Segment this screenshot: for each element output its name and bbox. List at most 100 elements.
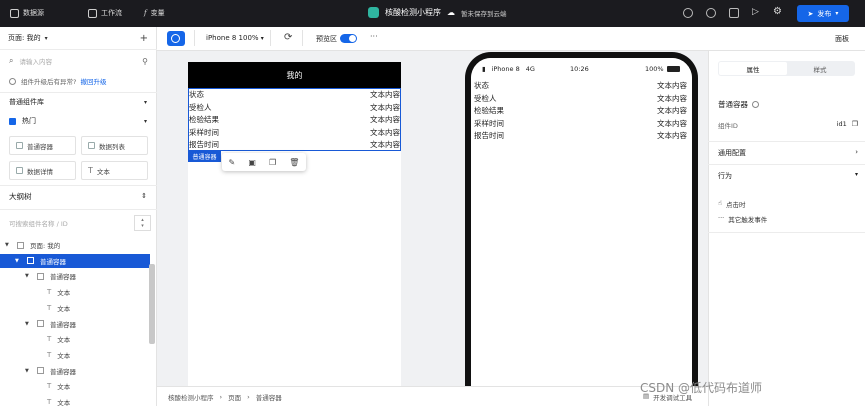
- common-component-lib[interactable]: 普通组件库 ▾: [0, 96, 157, 108]
- tree-node[interactable]: ▼ 页面: 我的: [0, 238, 150, 252]
- app-title-area: 核酸检测小程序 ☁ 暂未保存到云端: [368, 7, 507, 18]
- component-container[interactable]: 普通容器: [9, 136, 76, 155]
- copy-icon[interactable]: ❐: [852, 120, 858, 130]
- revert-upgrade-link[interactable]: 撤回升级: [80, 76, 106, 86]
- row-value: 文本内容: [657, 118, 687, 128]
- phone-row: 报告时间 文本内容: [474, 130, 687, 142]
- phone-row: 受检人 文本内容: [474, 93, 687, 105]
- general-config-section[interactable]: 通用配置 ›: [718, 148, 858, 158]
- component-data-detail[interactable]: 数据详情: [9, 161, 76, 180]
- search-icon: ⌕: [9, 56, 14, 65]
- outline-scrollbar[interactable]: [149, 264, 155, 344]
- component-data-list[interactable]: 数据列表: [81, 136, 148, 155]
- nav-datasource[interactable]: 数据源: [10, 8, 44, 18]
- tree-node[interactable]: ▼ 普通容器: [0, 317, 150, 331]
- nav-variables[interactable]: f 变量: [144, 8, 165, 18]
- selected-tag[interactable]: 普通容器: [188, 151, 221, 162]
- tree-node[interactable]: ▼ 普通容器: [0, 269, 150, 283]
- text-icon: T: [88, 166, 93, 175]
- tree-node[interactable]: ▼ 普通容器: [0, 364, 150, 378]
- publish-button[interactable]: ➤ 发布 ▾: [797, 5, 849, 22]
- component-text[interactable]: T 文本: [81, 161, 148, 180]
- divider: [0, 92, 157, 93]
- upgrade-notice: 组件升级后有异常? 撤回升级: [0, 75, 157, 87]
- page-header: 我的: [188, 62, 401, 88]
- behavior-section[interactable]: 行为 ▾: [718, 171, 858, 181]
- breadcrumb-app[interactable]: 核酸检测小程序: [168, 392, 214, 402]
- tree-node[interactable]: T 文本: [0, 348, 150, 362]
- copy-icon[interactable]: ❐: [269, 158, 276, 167]
- breadcrumb-page[interactable]: 页面: [228, 392, 241, 402]
- other-events-item[interactable]: ··· 其它触发事件: [718, 214, 767, 224]
- signal-icon: ▮: [482, 65, 486, 73]
- component-name-row: 普通容器: [718, 99, 858, 110]
- app-logo-icon: [368, 7, 379, 18]
- delete-icon[interactable]: 🗑: [289, 158, 299, 167]
- row-key: 报告时间: [474, 131, 504, 140]
- click-event-item[interactable]: ☝ 点击时: [718, 199, 745, 209]
- expand-collapse-icon[interactable]: ⇕: [141, 192, 147, 200]
- caret-down-icon[interactable]: ▼: [5, 242, 13, 248]
- tree-node[interactable]: T 文本: [0, 332, 150, 346]
- panel-button[interactable]: 面板: [835, 34, 849, 44]
- caret-down-icon[interactable]: ▼: [25, 273, 33, 279]
- tree-node-label: 文本: [57, 399, 71, 406]
- outline-search[interactable]: 可搜索组件名称 / ID ▴ ▾: [0, 214, 157, 232]
- tree-node[interactable]: T 文本: [0, 301, 150, 315]
- save-icon[interactable]: ▣: [248, 158, 256, 167]
- divider: [708, 164, 865, 165]
- stepper-icon[interactable]: ▴ ▾: [134, 215, 151, 231]
- divider: [194, 30, 195, 46]
- tree-node[interactable]: T 文本: [0, 379, 150, 393]
- caret-down-icon[interactable]: ▼: [15, 258, 23, 264]
- help-icon[interactable]: [683, 8, 693, 18]
- refresh-icon[interactable]: ⟳: [284, 32, 292, 43]
- save-icon[interactable]: [729, 8, 739, 18]
- tree-node-label: 文本: [57, 336, 71, 345]
- send-icon: ➤: [807, 9, 814, 18]
- divider: [0, 185, 157, 186]
- row-value: 文本内容: [657, 131, 687, 140]
- chevron-down-icon: ▾: [143, 117, 147, 125]
- device-select[interactable]: iPhone 8 100% ▾: [206, 34, 264, 42]
- selected-container-frame[interactable]: [188, 88, 401, 151]
- caret-down-icon[interactable]: ▼: [25, 368, 33, 374]
- divider: [270, 30, 271, 46]
- pointer-icon: ☝: [718, 199, 722, 207]
- tab-properties[interactable]: 属性: [719, 62, 787, 75]
- tree-node[interactable]: ▼ 普通容器: [0, 253, 150, 268]
- compass-icon: [171, 34, 180, 43]
- row-key: 受检人: [474, 93, 497, 103]
- breadcrumb-container[interactable]: 普通容器: [256, 392, 282, 402]
- tree-node-label: 普通容器: [50, 273, 76, 282]
- workflow-icon: [88, 8, 97, 18]
- add-page-icon[interactable]: +: [140, 33, 148, 44]
- play-icon[interactable]: ▷: [752, 7, 759, 17]
- page-selector[interactable]: 页面: 我的 ▾ +: [0, 32, 157, 44]
- text-icon: T: [47, 350, 52, 359]
- more-icon[interactable]: ···: [370, 32, 378, 41]
- filter-icon[interactable]: ⚲: [142, 57, 148, 66]
- hot-section[interactable]: 热门 ▾: [0, 115, 157, 127]
- tab-style[interactable]: 样式: [786, 62, 854, 75]
- info-icon: [9, 77, 16, 85]
- settings-icon[interactable]: ⚙: [773, 6, 782, 17]
- component-search[interactable]: ⌕ 请输入内容 ⚲: [0, 55, 157, 67]
- row-key: 状态: [474, 81, 489, 90]
- outline-tree-header[interactable]: 大纲树 ⇕: [0, 190, 157, 202]
- caret-down-icon[interactable]: ▼: [25, 321, 33, 327]
- compass-button[interactable]: [167, 31, 185, 46]
- fx-icon: f: [144, 9, 147, 17]
- tree-node-label: 文本: [57, 351, 71, 360]
- chevron-down-icon: ▾: [835, 10, 839, 17]
- tree-node[interactable]: T 文本: [0, 395, 150, 406]
- text-icon: T: [47, 398, 52, 406]
- preview-toggle[interactable]: [340, 34, 357, 43]
- history-icon[interactable]: [706, 8, 716, 18]
- edit-icon[interactable]: ✎: [229, 158, 236, 167]
- save-status: 暂未保存到云端: [461, 9, 507, 18]
- tree-node[interactable]: T 文本: [0, 285, 150, 299]
- nav-workflow[interactable]: 工作流: [88, 8, 122, 18]
- phone-battery: 100%: [645, 65, 680, 73]
- row-key: 采样时间: [474, 118, 504, 128]
